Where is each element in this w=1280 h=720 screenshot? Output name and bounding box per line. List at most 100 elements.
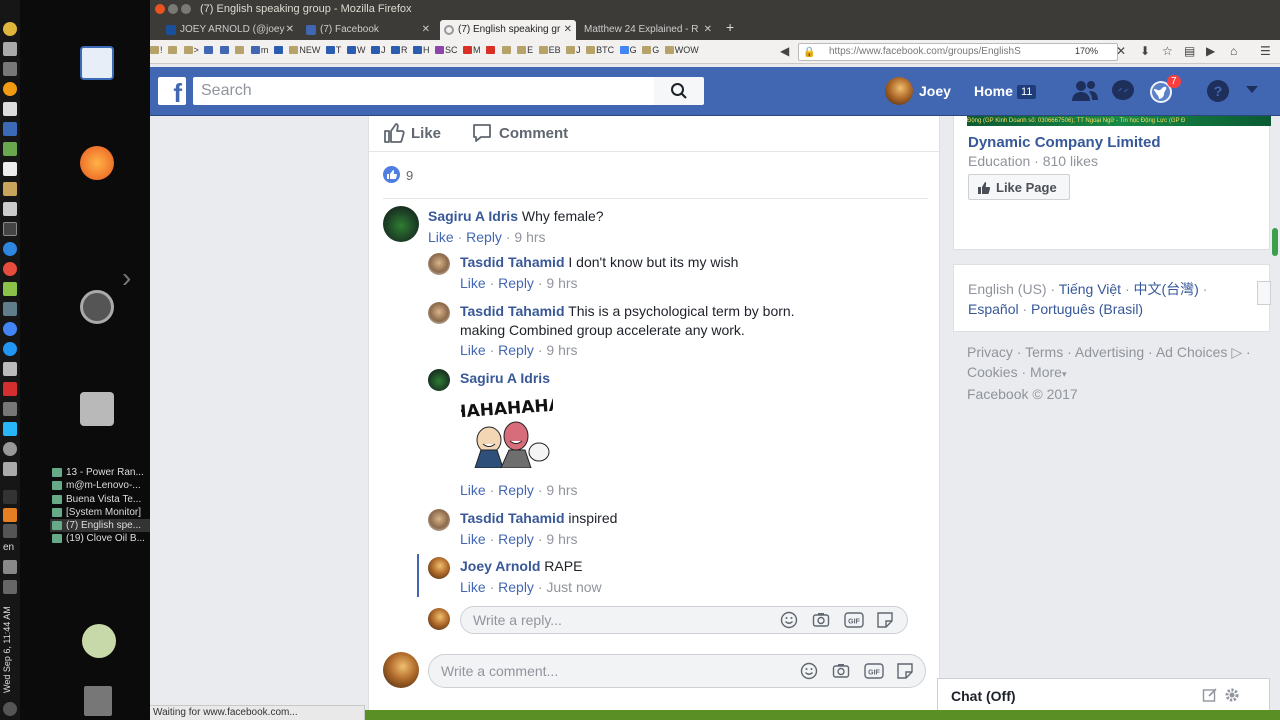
comment-author-link[interactable]: Sagiru A Idris [428,208,518,224]
close-tab-icon[interactable]: ✕ [564,20,572,40]
bookmark[interactable]: BTC [586,45,614,55]
youtube-icon[interactable]: ▶ [1206,44,1215,58]
facebook-logo[interactable]: f [158,77,186,105]
language-link[interactable]: 中文(台灣) [1134,281,1199,297]
bookmark[interactable] [219,45,230,55]
reply-timestamp[interactable]: Just now [546,579,601,595]
keyboard-language[interactable]: en [3,542,14,553]
footer-link[interactable]: Advertising [1075,344,1144,360]
launcher-icon[interactable] [3,222,17,236]
gif-icon[interactable]: GIF [864,662,884,680]
reply-author-avatar[interactable] [428,369,450,391]
download-icon[interactable]: ⬇ [1140,44,1150,58]
footer-link[interactable]: Privacy [967,344,1013,360]
more-languages-button[interactable] [1257,281,1271,305]
bookmark[interactable]: H [412,45,429,55]
taskbar-item[interactable]: 13 - Power Ran... [50,466,150,479]
bookmark[interactable] [235,45,245,55]
launcher-icon[interactable] [3,122,17,136]
ad-banner-image[interactable]: Động (GP Kinh Doanh số: 0306667506); TT … [967,116,1271,126]
friend-requests-icon[interactable] [1070,79,1100,103]
like-button[interactable]: Like [383,122,463,146]
launcher-icon[interactable] [3,382,17,396]
help-icon[interactable]: ? [1206,79,1230,103]
taskbar-item[interactable]: m@m-Lenovo-... [50,479,150,492]
stop-icon[interactable]: ✕ [1116,44,1126,58]
back-icon[interactable]: ◀ [780,44,789,58]
wifi-icon[interactable] [3,524,17,538]
commenter-avatar[interactable] [383,206,419,242]
reply-like-link[interactable]: Like [460,579,486,595]
comment-like-link[interactable]: Like [428,229,454,245]
language-link[interactable]: Português (Brasil) [1031,301,1143,317]
bookmark[interactable]: > [183,45,199,55]
footer-link[interactable]: More [1030,364,1062,380]
maximize-window-icon[interactable] [181,4,191,14]
comment-reply-link[interactable]: Reply [466,229,502,245]
bookmark[interactable]: R [390,45,407,55]
reply-author-avatar[interactable] [428,302,450,324]
user-switch-icon[interactable] [82,624,116,658]
launcher-icon[interactable] [3,322,17,336]
reply-author-avatar[interactable] [428,509,450,531]
close-window-icon[interactable] [155,4,165,14]
sticker-icon[interactable] [896,662,914,680]
warning-icon[interactable] [3,508,17,522]
launcher-icon[interactable] [3,462,17,476]
reply-author-link[interactable]: Tasdid Tahamid [460,303,565,319]
reply-author-link[interactable]: Tasdid Tahamid [460,510,565,526]
reply-like-link[interactable]: Like [460,275,486,291]
home-icon[interactable]: ⌂ [1230,44,1237,58]
reply-author-avatar[interactable] [428,557,450,579]
bookmark[interactable]: G [642,45,659,55]
url-bar[interactable]: 🔒 https://www.facebook.com/groups/Englis… [798,43,1118,61]
search-input[interactable] [193,77,654,105]
reply-like-link[interactable]: Like [460,342,486,358]
close-tab-icon[interactable]: ✕ [422,20,430,40]
close-tab-icon[interactable]: ✕ [286,20,294,40]
bookmark[interactable]: ! [150,45,163,55]
launcher-icon[interactable] [3,422,17,436]
language-link[interactable]: Español [968,301,1019,317]
reply-like-link[interactable]: Like [460,531,486,547]
reply-reply-link[interactable]: Reply [498,275,534,291]
tab-facebook[interactable]: (7) Facebook ✕ [302,20,434,40]
launcher-icon[interactable] [3,242,17,256]
taskbar-item[interactable]: [System Monitor] [50,506,150,519]
sticker-icon[interactable] [876,611,894,629]
footer-link[interactable]: Terms [1025,344,1063,360]
account-menu-chevron-down-icon[interactable] [1245,85,1259,95]
more-chevron-down-icon[interactable]: ▾ [1062,369,1067,379]
chat-sidebar-bar[interactable]: Chat (Off) [937,678,1270,711]
reply-reply-link[interactable]: Reply [498,579,534,595]
launcher-icon[interactable] [3,302,17,316]
search-button[interactable] [654,77,704,105]
new-message-icon[interactable] [1202,687,1218,703]
bookmark[interactable] [168,45,178,55]
comment-timestamp[interactable]: 9 hrs [514,229,545,245]
close-tab-icon[interactable]: ✕ [704,20,712,40]
comment-button[interactable]: Comment [471,122,581,146]
reply-timestamp[interactable]: 9 hrs [546,275,577,291]
launcher-icon[interactable] [3,362,17,376]
launcher-icon[interactable] [3,42,17,56]
page-scrollbar[interactable] [1272,228,1278,256]
bookmark[interactable]: NEW [289,45,320,55]
launcher-icon[interactable] [3,102,17,116]
launcher-icon[interactable] [3,82,17,96]
launcher-icon[interactable] [3,22,17,36]
chevron-right-icon[interactable]: › [122,262,131,294]
home-link[interactable]: Home [974,83,1013,99]
taskbar-item[interactable]: (19) Clove Oil B... [50,532,150,545]
gear-icon[interactable] [1224,687,1240,703]
reply-author-link[interactable]: Joey Arnold [460,558,540,574]
bookmark[interactable]: m [250,45,268,55]
footer-link[interactable]: Ad Choices [1156,344,1228,360]
launcher-icon[interactable] [3,142,17,156]
bookmark[interactable]: E [517,45,533,55]
bookmark[interactable] [486,45,496,55]
messenger-icon[interactable] [1110,79,1136,103]
document-icon[interactable] [80,46,114,80]
launcher-icon[interactable] [3,62,17,76]
emoji-icon[interactable] [800,662,818,680]
